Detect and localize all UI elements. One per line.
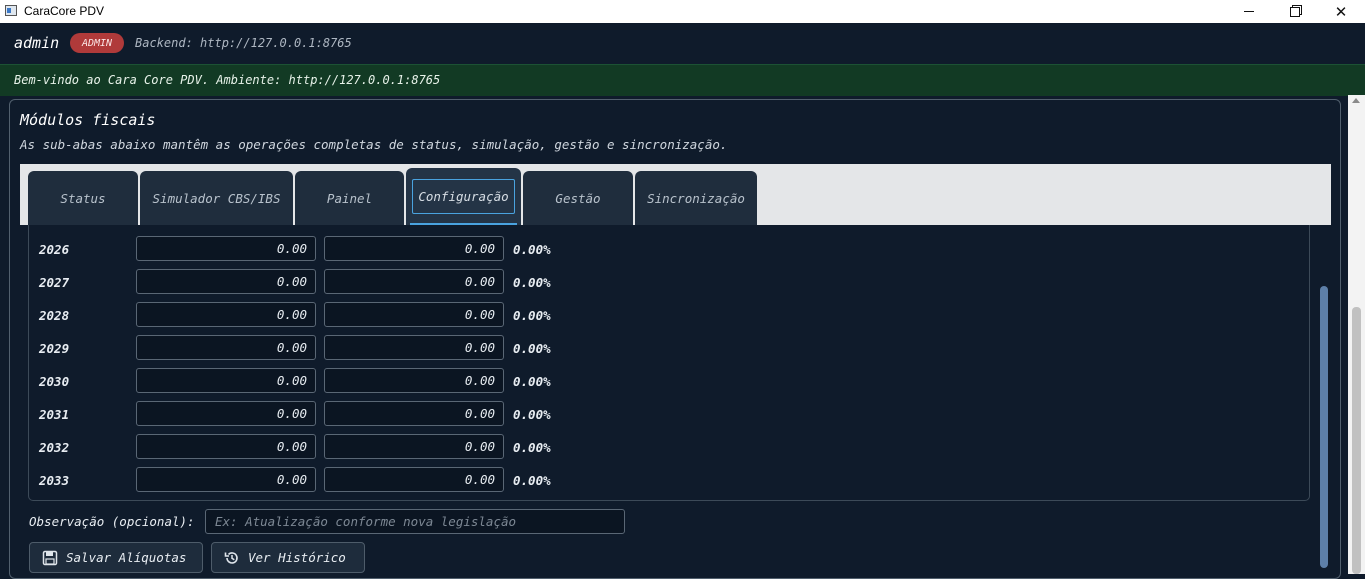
cbs-rate-input[interactable]: 0.00 [136, 335, 316, 360]
rate-year: 2026 [39, 242, 70, 257]
user-header: admin ADMIN Backend: http://127.0.0.1:87… [0, 23, 1365, 63]
tab-simulador[interactable]: Simulador CBS/IBS [140, 171, 293, 225]
tab-label: Sincronização [647, 190, 745, 206]
rate-row: 2028 0.00 0.00 0.00% [29, 302, 1309, 328]
tab-gestao[interactable]: Gestão [523, 171, 633, 225]
rate-year: 2027 [39, 275, 70, 290]
rate-total: 0.00% [513, 440, 551, 455]
rate-row: 2031 0.00 0.00 0.00% [29, 401, 1309, 427]
ibs-rate-input[interactable]: 0.00 [324, 236, 504, 261]
rate-row: 2033 0.00 0.00 0.00% [29, 467, 1309, 493]
page-subtitle: As sub-abas abaixo mantêm as operações c… [20, 137, 728, 152]
rate-year: 2031 [39, 407, 70, 422]
rate-total: 0.00% [513, 341, 551, 356]
cbs-rate-input[interactable]: 0.00 [136, 302, 316, 327]
window-titlebar: CaraCore PDV ✕ [0, 0, 1365, 23]
maximize-icon[interactable] [1272, 0, 1318, 23]
rate-year: 2030 [39, 374, 70, 389]
rate-row: 2029 0.00 0.00 0.00% [29, 335, 1309, 361]
floppy-disk-icon [42, 550, 58, 565]
tab-label: Simulador CBS/IBS [152, 190, 281, 206]
page-title: Módulos fiscais [20, 111, 156, 129]
rate-total: 0.00% [513, 308, 551, 323]
tab-status[interactable]: Status [28, 171, 138, 225]
rate-row: 2026 0.00 0.00 0.00% [29, 236, 1309, 262]
history-icon [224, 551, 238, 564]
save-rates-button[interactable]: Salvar Alíquotas [29, 542, 203, 573]
ibs-rate-input[interactable]: 0.00 [324, 467, 504, 492]
ibs-rate-input[interactable]: 0.00 [324, 434, 504, 459]
inner-scrollbar-thumb[interactable] [1320, 286, 1328, 568]
cbs-rate-input[interactable]: 0.00 [136, 236, 316, 261]
rate-year: 2029 [39, 341, 70, 356]
rate-total: 0.00% [513, 242, 551, 257]
cbs-rate-input[interactable]: 0.00 [136, 467, 316, 492]
role-badge: ADMIN [70, 33, 124, 53]
rate-row: 2032 0.00 0.00 0.00% [29, 434, 1309, 460]
close-icon[interactable]: ✕ [1318, 0, 1364, 23]
rate-year: 2028 [39, 308, 70, 323]
rate-row: 2030 0.00 0.00 0.00% [29, 368, 1309, 394]
ibs-rate-input[interactable]: 0.00 [324, 368, 504, 393]
cbs-rate-input[interactable]: 0.00 [136, 269, 316, 294]
cbs-rate-input[interactable]: 0.00 [136, 401, 316, 426]
scroll-up-icon[interactable] [1352, 98, 1360, 103]
rate-row: 2027 0.00 0.00 0.00% [29, 269, 1309, 295]
tab-label: Painel [326, 190, 373, 206]
ibs-rate-input[interactable]: 0.00 [324, 269, 504, 294]
rate-total: 0.00% [513, 473, 551, 488]
rate-total: 0.00% [513, 374, 551, 389]
rate-year: 2033 [39, 473, 70, 488]
save-rates-label: Salvar Alíquotas [66, 550, 187, 565]
username: admin [14, 34, 60, 52]
view-history-label: Ver Histórico [248, 550, 346, 565]
rate-total: 0.00% [513, 407, 551, 422]
minimize-icon[interactable] [1226, 0, 1272, 23]
tab-configuracao[interactable]: Configuração [406, 168, 521, 225]
ibs-rate-input[interactable]: 0.00 [324, 335, 504, 360]
observation-label: Observação (opcional): [29, 514, 195, 529]
cbs-rate-input[interactable]: 0.00 [136, 434, 316, 459]
view-history-button[interactable]: Ver Histórico [211, 542, 365, 573]
tab-label: Configuração [412, 179, 515, 214]
tab-label: Gestão [555, 190, 601, 206]
tab-sincronizacao[interactable]: Sincronização [635, 171, 757, 225]
rate-year: 2032 [39, 440, 70, 455]
app-icon [5, 5, 17, 16]
tab-label: Status [60, 190, 106, 206]
rates-grid: 2026 0.00 0.00 0.00% 2027 0.00 0.00 0.00… [28, 225, 1310, 501]
welcome-banner: Bem-vindo ao Cara Core PDV. Ambiente: ht… [0, 64, 1365, 96]
backend-url: Backend: http://127.0.0.1:8765 [135, 36, 352, 50]
welcome-message: Bem-vindo ao Cara Core PDV. Ambiente: ht… [14, 73, 441, 87]
window-title: CaraCore PDV [24, 4, 105, 18]
ibs-rate-input[interactable]: 0.00 [324, 302, 504, 327]
tab-painel[interactable]: Painel [295, 171, 404, 225]
observation-input[interactable]: Ex: Atualização conforme nova legislação [205, 509, 625, 534]
rate-total: 0.00% [513, 275, 551, 290]
outer-scrollbar-thumb[interactable] [1352, 307, 1361, 574]
cbs-rate-input[interactable]: 0.00 [136, 368, 316, 393]
ibs-rate-input[interactable]: 0.00 [324, 401, 504, 426]
